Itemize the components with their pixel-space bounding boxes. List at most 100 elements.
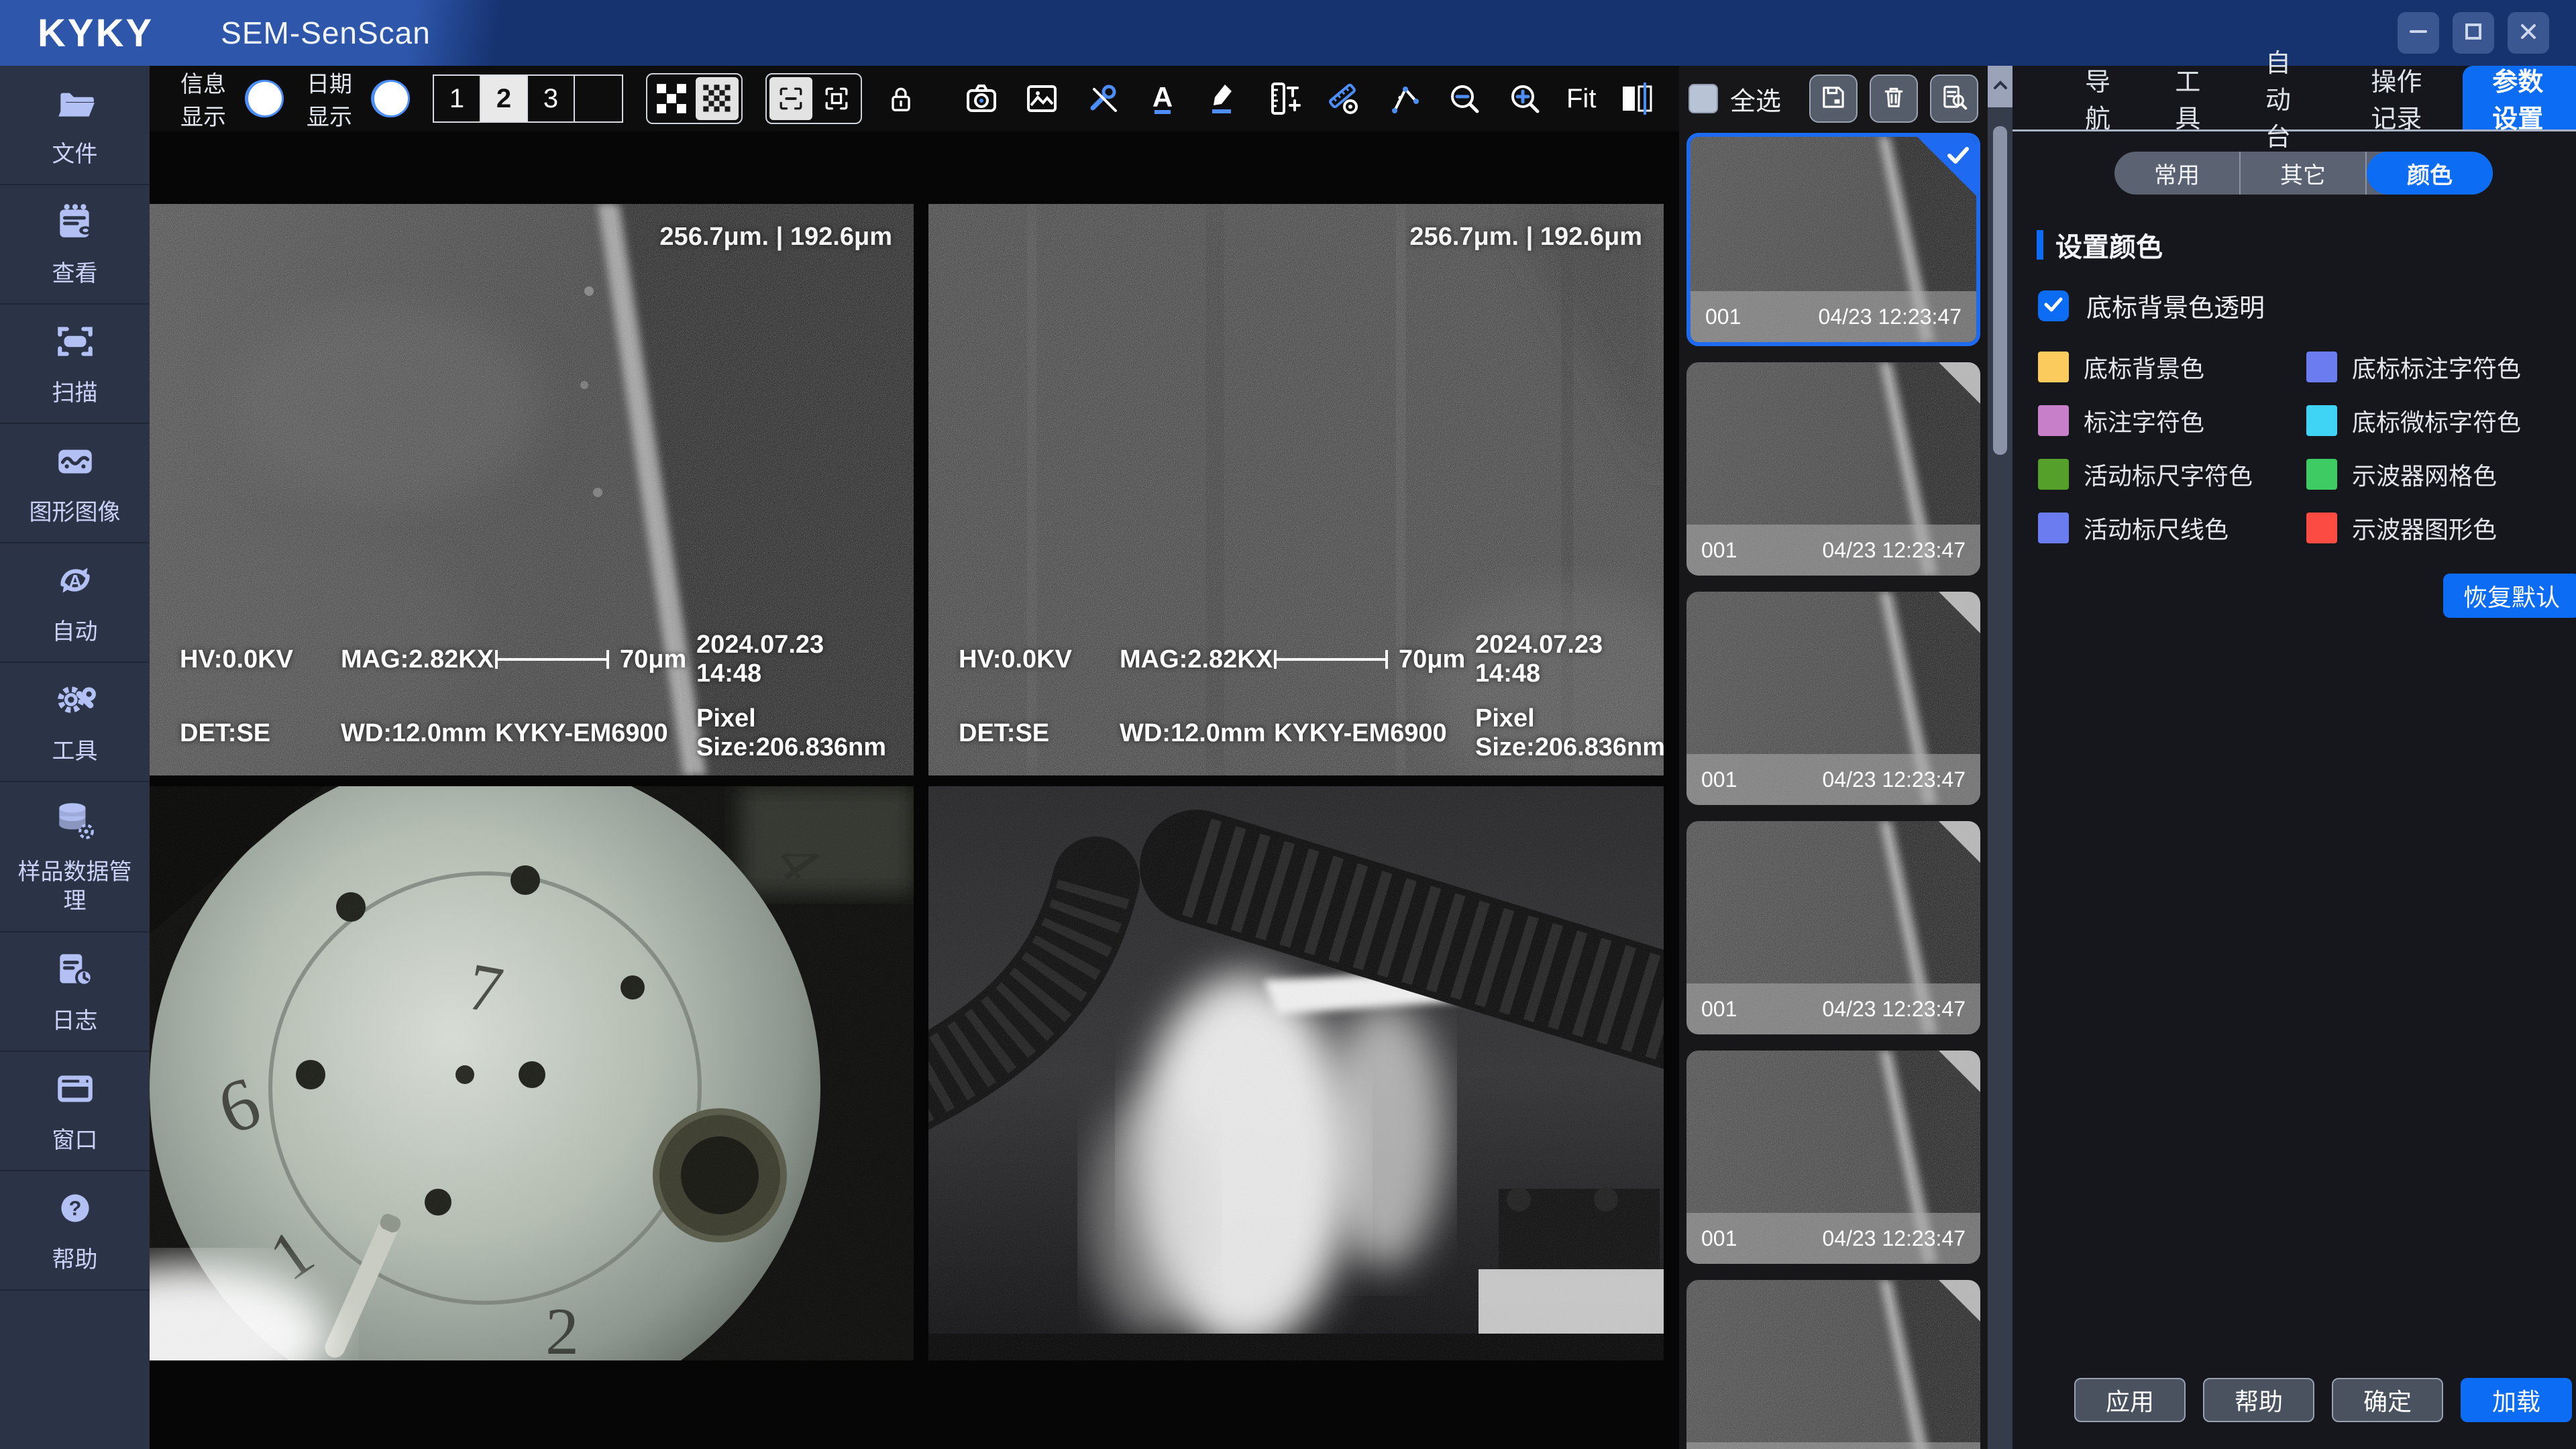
color-swatch[interactable] <box>2038 405 2069 436</box>
sem-image-1[interactable]: 256.7μm. | 192.6μm HV:0.0KV MAG:2.82KX 7… <box>150 204 914 775</box>
info-display-toggle[interactable] <box>245 80 284 117</box>
tab-parameter-settings[interactable]: 参数设置 <box>2463 66 2576 129</box>
apply-button[interactable]: 应用 <box>2074 1378 2186 1422</box>
color-swatch[interactable] <box>2038 513 2069 543</box>
color-swatch[interactable] <box>2306 459 2337 490</box>
close-button[interactable] <box>2508 12 2549 54</box>
sidebar-item-help[interactable]: ? 帮助 <box>0 1171 150 1291</box>
sidebar-item-tools[interactable]: 工具 <box>0 663 150 782</box>
scrollbar-thumb[interactable] <box>1993 126 2007 455</box>
angle-measure-icon[interactable] <box>1385 76 1423 121</box>
tab-navigation[interactable]: 导航 <box>2055 66 2145 129</box>
tab-tools[interactable]: 工具 <box>2145 66 2235 129</box>
capture-icon[interactable] <box>963 76 1000 121</box>
thumbnail-item-5[interactable]: 001 04/23 12:23:47 <box>1686 1051 1980 1264</box>
sidebar-item-file[interactable]: 文件 <box>0 66 150 185</box>
fit-button[interactable]: Fit <box>1566 84 1596 114</box>
segment-2[interactable]: 2 <box>481 76 528 121</box>
text-annotation-icon[interactable]: A <box>1144 76 1181 121</box>
sidebar-item-sample-data[interactable]: 样品数据管理 <box>0 782 150 932</box>
color-item-bottom-micro-text[interactable]: 底标微标字符色 <box>2306 403 2576 438</box>
color-item-oscilloscope-graph[interactable]: 示波器图形色 <box>2306 511 2576 545</box>
color-item-oscilloscope-grid[interactable]: 示波器网格色 <box>2306 457 2576 492</box>
transparent-bg-row[interactable]: 底标背景色透明 <box>2038 287 2576 324</box>
full-frame-icon[interactable] <box>815 77 858 120</box>
thumbnail-item-2[interactable]: 001 04/23 12:23:47 <box>1686 362 1980 576</box>
thumbnail-scrollbar[interactable] <box>1988 66 2012 1449</box>
thumbnail-time: 04/23 12:23:47 <box>1818 305 1962 329</box>
sidebar-item-graphics[interactable]: 图形图像 <box>0 424 150 543</box>
zoom-in-icon[interactable] <box>1506 76 1544 121</box>
delete-thumbnails-button[interactable] <box>1870 74 1918 123</box>
date-display-toggle[interactable] <box>371 80 410 117</box>
color-swatch[interactable] <box>2038 352 2069 382</box>
segment-3[interactable]: 3 <box>528 76 575 121</box>
color-item-active-ruler-text[interactable]: 活动标尺字符色 <box>2038 457 2306 492</box>
zoom-out-icon[interactable] <box>1446 76 1483 121</box>
subtab-color[interactable]: 颜色 <box>2367 152 2493 195</box>
info-display-label: 信息显示 <box>180 66 233 131</box>
thumbnail-item-4[interactable]: 001 04/23 12:23:47 <box>1686 821 1980 1034</box>
ok-button[interactable]: 确定 <box>2332 1378 2443 1422</box>
checker-coarse-icon[interactable] <box>650 77 693 120</box>
segment-1[interactable]: 1 <box>434 76 481 121</box>
tools-icon[interactable] <box>1083 76 1121 121</box>
sem2-scale-value: 70μm <box>1399 645 1465 674</box>
sem-image-2[interactable]: 256.7μm. | 192.6μm HV:0.0KV MAG:2.82KX 7… <box>928 204 1664 775</box>
thumbnail-time: 04/23 12:23:47 <box>1822 538 1966 563</box>
thumbnail-panel: 全选 001 04/23 12:23:47 <box>1679 66 1988 1449</box>
stage-camera-image[interactable]: 6 7 1 2 4 <box>150 786 914 1360</box>
help-button[interactable]: 帮助 <box>2203 1378 2314 1422</box>
maximize-button[interactable] <box>2453 12 2494 54</box>
marker-icon[interactable] <box>1204 76 1242 121</box>
thumbnail-time: 04/23 12:23:47 <box>1822 997 1966 1022</box>
sidebar-item-window[interactable]: 窗口 <box>0 1052 150 1171</box>
date-display-group: 日期显示 <box>307 66 410 131</box>
image-export-icon[interactable] <box>1023 76 1061 121</box>
sidebar-item-auto[interactable]: A 自动 <box>0 543 150 663</box>
help-icon: ? <box>53 1186 97 1236</box>
thumbnail-id: 001 <box>1701 767 1737 792</box>
preview-thumbnails-button[interactable] <box>1930 74 1978 123</box>
sidebar-item-log[interactable]: 日志 <box>0 932 150 1052</box>
sem2-size-label: 256.7μm. | 192.6μm <box>1409 223 1642 252</box>
thumbnail-id: 001 <box>1701 1226 1737 1251</box>
settings-footer: 应用 帮助 确定 加载 <box>2012 1378 2576 1449</box>
color-item-bottom-bg[interactable]: 底标背景色 <box>2038 350 2306 384</box>
scroll-up-button[interactable] <box>1988 66 2012 107</box>
chamber-camera-image[interactable] <box>928 786 1664 1360</box>
lock-icon[interactable] <box>885 77 917 120</box>
sidebar-item-scan[interactable]: 扫描 <box>0 305 150 424</box>
color-item-bottom-annotation-text[interactable]: 底标标注字符色 <box>2306 350 2576 384</box>
save-thumbnails-button[interactable] <box>1809 74 1858 123</box>
subtab-other[interactable]: 其它 <box>2241 152 2367 195</box>
select-all-checkbox[interactable] <box>1688 84 1718 113</box>
tab-auto-stage[interactable]: 自动台 <box>2236 66 2342 129</box>
color-swatch[interactable] <box>2306 352 2337 382</box>
thumbnail-footer: 001 04/23 12:23:47 <box>1686 525 1980 576</box>
thumbnail-item-1[interactable]: 001 04/23 12:23:47 <box>1686 133 1980 346</box>
checker-fine-icon[interactable] <box>696 77 739 120</box>
load-button[interactable]: 加载 <box>2461 1378 2572 1422</box>
color-item-active-ruler-line[interactable]: 活动标尺线色 <box>2038 511 2306 545</box>
segment-4[interactable] <box>575 76 622 121</box>
thumbnail-time: 04/23 12:23:47 <box>1822 1226 1966 1251</box>
color-swatch[interactable] <box>2306 513 2337 543</box>
minimize-button[interactable] <box>2398 12 2439 54</box>
tab-operation-log[interactable]: 操作记录 <box>2341 66 2463 129</box>
sem2-wd: WD:12.0mm <box>1120 719 1274 748</box>
measure-ruler-icon[interactable] <box>1265 76 1302 121</box>
sidebar-item-view[interactable]: 查看 <box>0 185 150 305</box>
split-view-icon[interactable] <box>1619 76 1656 121</box>
color-swatch[interactable] <box>2306 405 2337 436</box>
subtab-common[interactable]: 常用 <box>2114 152 2241 195</box>
color-swatch[interactable] <box>2038 459 2069 490</box>
reduced-area-icon[interactable] <box>769 77 812 120</box>
color-item-annotation-text[interactable]: 标注字符色 <box>2038 403 2306 438</box>
section-title: 设置颜色 <box>2055 225 2163 264</box>
thumbnail-item-6[interactable]: 001 04/23 12:23:47 <box>1686 1280 1980 1449</box>
restore-default-button[interactable]: 恢复默认 <box>2443 574 2576 618</box>
thumbnail-item-3[interactable]: 001 04/23 12:23:47 <box>1686 592 1980 805</box>
protractor-icon[interactable] <box>1325 76 1362 121</box>
transparent-bg-checkbox[interactable] <box>2038 290 2069 321</box>
